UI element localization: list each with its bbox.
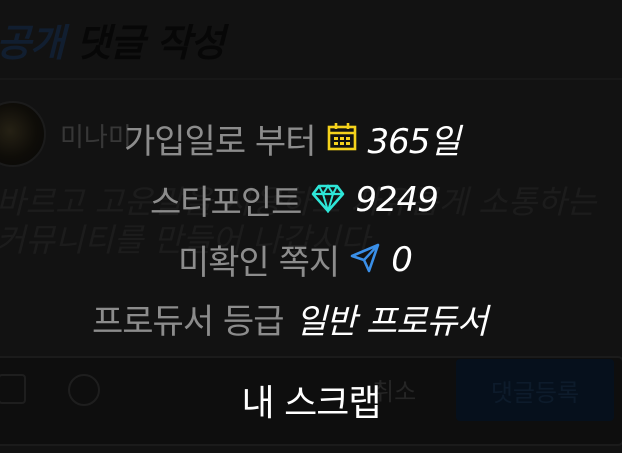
unread-messages-row[interactable]: 미확인 쪽지 0 <box>178 235 413 284</box>
join-date-row: 가입일로 부터 365일 <box>124 114 461 163</box>
unread-messages-value: 0 <box>391 239 413 280</box>
diamond-icon <box>311 183 345 217</box>
user-menu-overlay: 가입일로 부터 365일 스타포인트 9249 미확인 쪽지 0 프로듀서 등급… <box>0 0 622 453</box>
paper-plane-icon <box>349 242 381 278</box>
producer-grade-label: 프로듀서 등급 <box>92 302 284 342</box>
calendar-icon <box>326 121 358 157</box>
unread-messages-label: 미확인 쪽지 <box>178 243 340 283</box>
join-date-label: 가입일로 부터 <box>124 122 316 162</box>
my-scrap-link[interactable]: 내 스크랩 <box>0 374 622 426</box>
producer-grade-row: 프로듀서 등급 일반 프로듀서 <box>92 294 488 343</box>
star-points-row: 스타포인트 9249 <box>150 175 439 224</box>
join-date-value: 365일 <box>367 122 461 162</box>
star-points-value: 9249 <box>355 179 439 220</box>
star-points-label: 스타포인트 <box>150 183 302 223</box>
producer-grade-value: 일반 프로듀서 <box>295 302 488 342</box>
